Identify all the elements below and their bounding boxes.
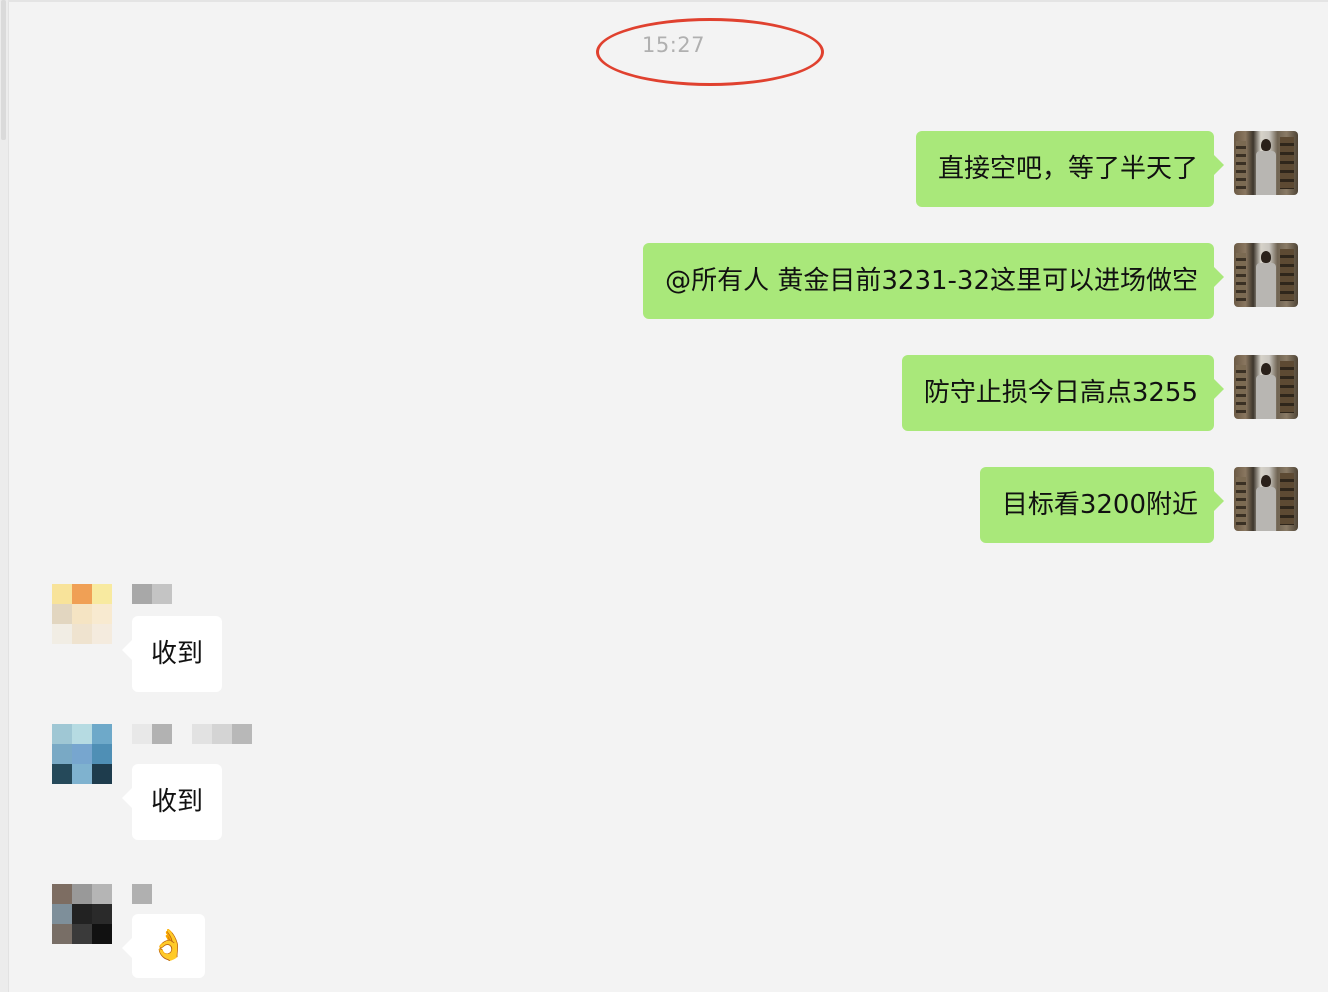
self-avatar[interactable] — [1234, 355, 1298, 419]
outgoing-bubble[interactable]: @所有人 黄金目前3231-32这里可以进场做空 — [643, 243, 1224, 319]
outgoing-message[interactable]: 直接空吧，等了半天了 — [915, 131, 1298, 207]
self-avatar[interactable] — [1234, 131, 1298, 195]
timestamp-highlight-circle — [596, 18, 824, 86]
sender-avatar[interactable] — [52, 884, 112, 944]
sender-avatar[interactable] — [52, 584, 112, 644]
scrollbar-thumb[interactable] — [1, 0, 6, 140]
sender-avatar[interactable] — [52, 724, 112, 784]
incoming-bubble[interactable]: 收到 — [121, 764, 223, 840]
top-divider — [8, 0, 1328, 2]
sender-name-blurred — [132, 884, 152, 904]
self-avatar[interactable] — [1234, 243, 1298, 307]
sender-name-blurred — [132, 724, 252, 744]
outgoing-bubble[interactable]: 目标看3200附近 — [979, 467, 1225, 543]
sender-name-blurred — [132, 584, 172, 604]
outgoing-bubble[interactable]: 防守止损今日高点3255 — [901, 355, 1225, 431]
left-scroll-edge — [0, 0, 9, 992]
self-avatar[interactable] — [1234, 467, 1298, 531]
outgoing-message[interactable]: 防守止损今日高点3255 — [901, 355, 1298, 431]
outgoing-bubble[interactable]: 直接空吧，等了半天了 — [915, 131, 1225, 207]
outgoing-message[interactable]: 目标看3200附近 — [979, 467, 1298, 543]
incoming-emoji-bubble[interactable]: 👌 — [121, 914, 206, 978]
incoming-bubble[interactable]: 收到 — [121, 616, 223, 692]
outgoing-message[interactable]: @所有人 黄金目前3231-32这里可以进场做空 — [643, 243, 1298, 319]
